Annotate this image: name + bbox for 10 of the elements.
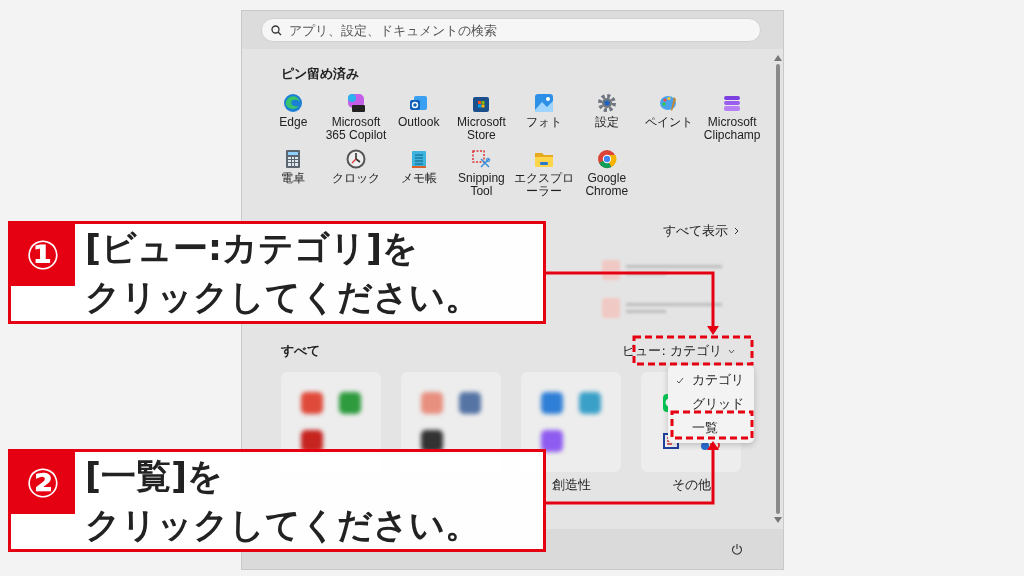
- category-label: その他: [671, 476, 711, 494]
- instruction-text: [一覧]を: [85, 455, 223, 498]
- category-label: 創造性: [551, 476, 591, 494]
- section-heading: ピン留め済み: [281, 65, 360, 83]
- section-heading: すべて: [281, 342, 320, 360]
- instruction-text: [ビュー:カテゴリ]を: [85, 227, 418, 270]
- instruction-text: クリックしてください。: [85, 276, 480, 319]
- step-number: ②: [11, 452, 75, 514]
- instruction-text: クリックしてください。: [85, 504, 480, 547]
- step-number: ①: [11, 224, 75, 286]
